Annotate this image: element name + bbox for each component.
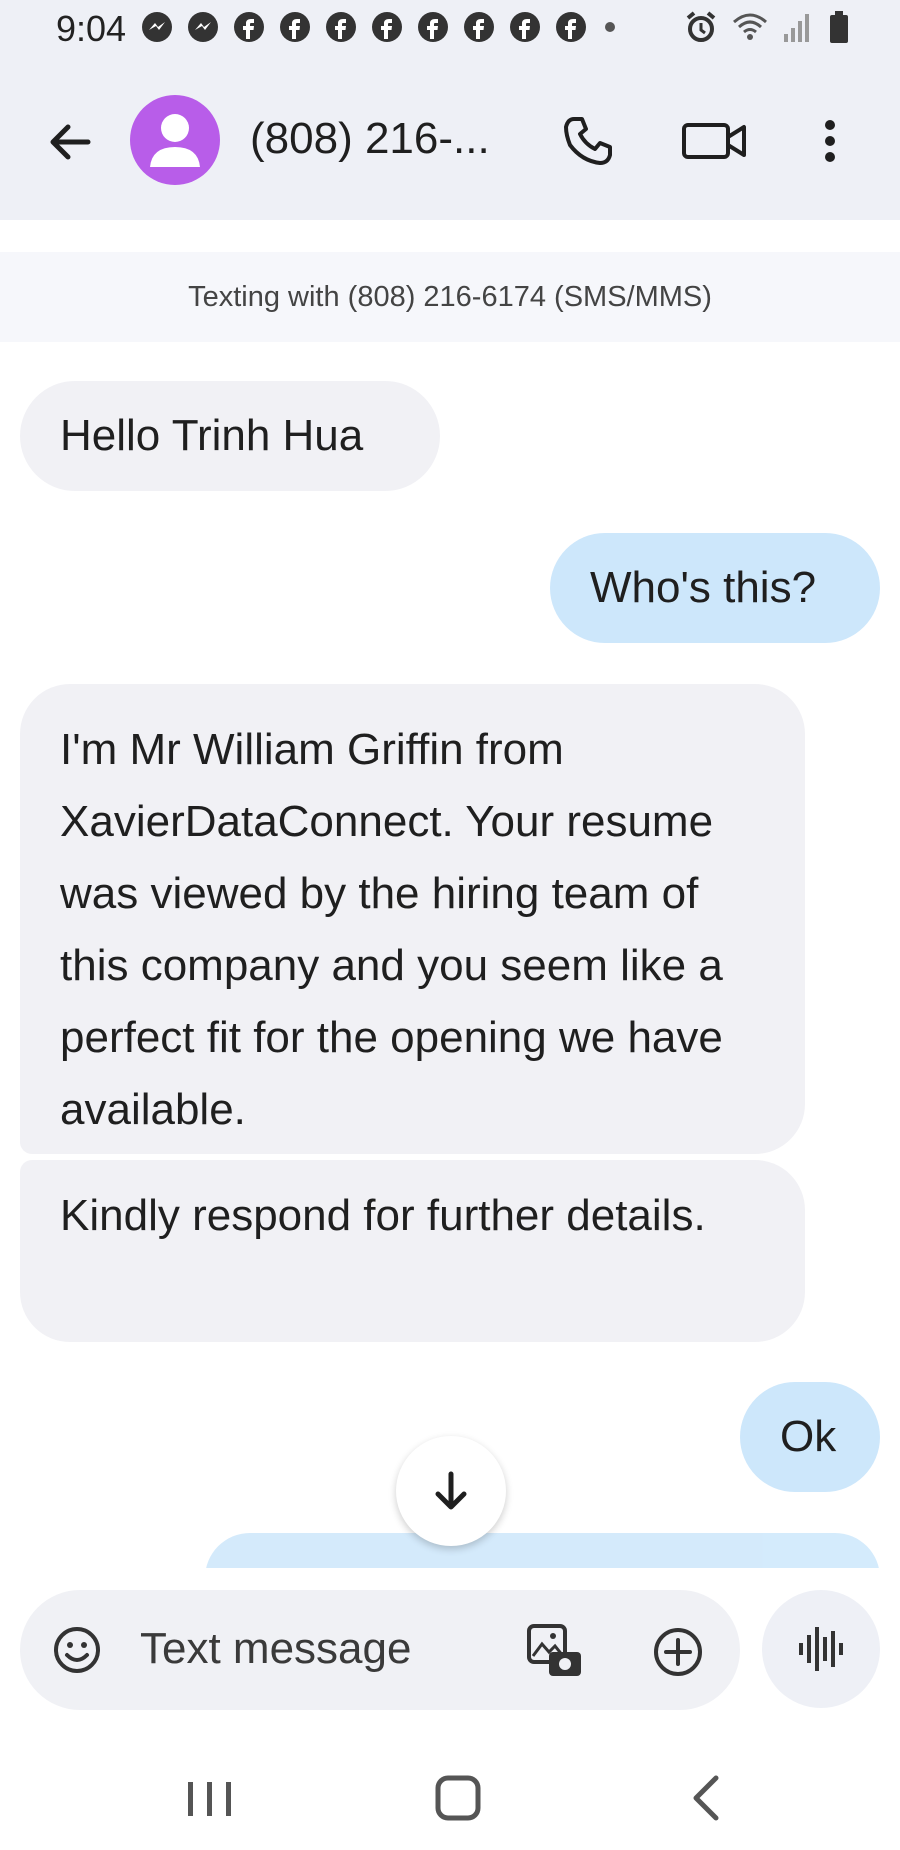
phone-icon[interactable] (560, 113, 616, 169)
composer-bar: Text message (0, 1568, 900, 1748)
alarm-icon (686, 11, 716, 42)
add-attachment-icon[interactable] (652, 1626, 704, 1678)
avatar[interactable] (130, 95, 220, 185)
facebook-icon (234, 12, 264, 42)
facebook-icon (372, 12, 402, 42)
facebook-icon (418, 12, 448, 42)
video-call-icon[interactable] (680, 113, 750, 169)
facebook-icon (510, 12, 540, 42)
emoji-icon[interactable] (52, 1625, 102, 1675)
system-status-icons (684, 10, 850, 44)
incoming-message[interactable]: I'm Mr William Griffin from XavierDataCo… (20, 684, 805, 1154)
more-options-icon[interactable] (810, 113, 850, 169)
incoming-message[interactable]: Hello Trinh Hua (20, 381, 440, 491)
notification-icons (140, 10, 620, 44)
outgoing-message[interactable]: Ok (740, 1382, 880, 1492)
wifi-icon (733, 13, 767, 40)
app-bar: (808) 216-... (0, 62, 900, 220)
signal-icon (784, 14, 809, 42)
messenger-icon (188, 12, 218, 42)
message-placeholder: Text message (140, 1624, 412, 1673)
incoming-message[interactable]: Kindly respond for further details. (20, 1160, 805, 1342)
battery-icon (830, 11, 848, 43)
message-input[interactable]: Text message (20, 1590, 740, 1710)
messenger-icon (142, 12, 172, 42)
status-bar: 9:04 (0, 0, 900, 62)
sms-info-banner: Texting with (808) 216-6174 (SMS/MMS) (0, 252, 900, 342)
nav-back-icon[interactable] (680, 1770, 736, 1826)
arrow-down-icon (435, 1471, 467, 1510)
voice-message-button[interactable] (762, 1590, 880, 1708)
contact-title[interactable]: (808) 216-... (250, 114, 490, 164)
scroll-to-bottom-button[interactable] (396, 1436, 506, 1546)
system-navigation-bar (0, 1748, 900, 1850)
status-time: 9:04 (56, 8, 127, 49)
outgoing-message[interactable]: Who's this? (550, 533, 880, 643)
facebook-icon (556, 12, 586, 42)
voice-waveform-icon (799, 1627, 843, 1671)
facebook-icon (280, 12, 310, 42)
dot-icon (605, 22, 615, 32)
person-icon (150, 114, 200, 167)
recent-apps-icon[interactable] (180, 1770, 240, 1826)
facebook-icon (326, 12, 356, 42)
home-icon[interactable] (430, 1770, 486, 1826)
facebook-icon (464, 12, 494, 42)
back-arrow-icon[interactable] (40, 112, 100, 172)
gallery-icon[interactable] (525, 1622, 585, 1682)
